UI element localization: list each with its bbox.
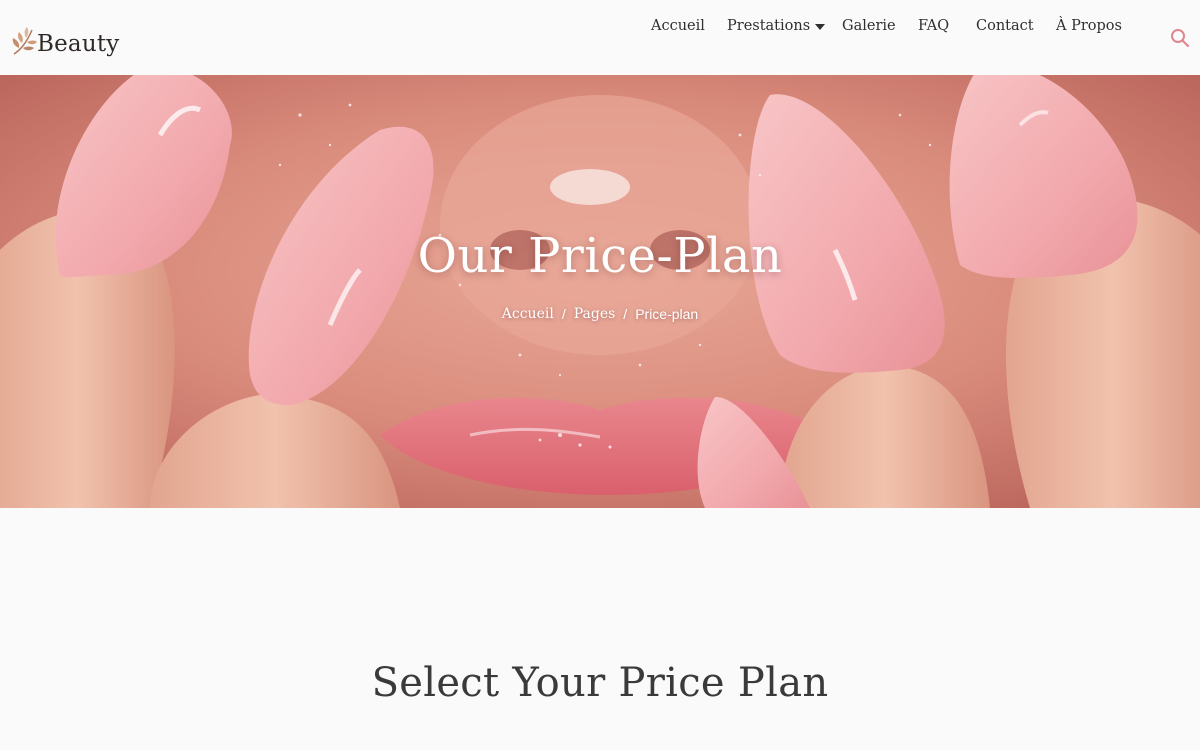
- nav-item-accueil[interactable]: Accueil: [651, 18, 705, 34]
- search-icon[interactable]: [1170, 28, 1190, 48]
- brand-name: Beauty: [37, 31, 120, 57]
- breadcrumb-separator: /: [623, 306, 628, 322]
- nav-item-prestations-label: Prestations: [727, 18, 811, 34]
- breadcrumb-pages-link[interactable]: Pages: [574, 306, 616, 322]
- nav-item-a-propos[interactable]: À Propos: [1056, 18, 1122, 34]
- nav-item-galerie[interactable]: Galerie: [842, 18, 896, 34]
- section-title: Select Your Price Plan: [371, 660, 829, 706]
- breadcrumb-current: Price-plan: [635, 306, 699, 322]
- hero-banner: Our Price-Plan Accueil / Pages / Price-p…: [0, 75, 1200, 508]
- caret-down-icon: [815, 23, 826, 30]
- nav-item-prestations[interactable]: Prestations: [727, 18, 826, 34]
- page-title: Our Price-Plan: [417, 228, 783, 284]
- breadcrumb-home-link[interactable]: Accueil: [502, 306, 554, 322]
- breadcrumb: Accueil / Pages / Price-plan: [0, 306, 1200, 322]
- brand[interactable]: Beauty: [10, 18, 119, 58]
- navbar: Beauty Accueil Prestations Galerie FAQ C…: [0, 0, 1200, 75]
- nav-item-faq[interactable]: FAQ: [918, 18, 949, 34]
- breadcrumb-separator: /: [561, 306, 566, 322]
- leaf-logo-icon: [12, 27, 37, 55]
- hero-background-image: [0, 75, 1200, 508]
- nav-item-contact[interactable]: Contact: [976, 18, 1034, 34]
